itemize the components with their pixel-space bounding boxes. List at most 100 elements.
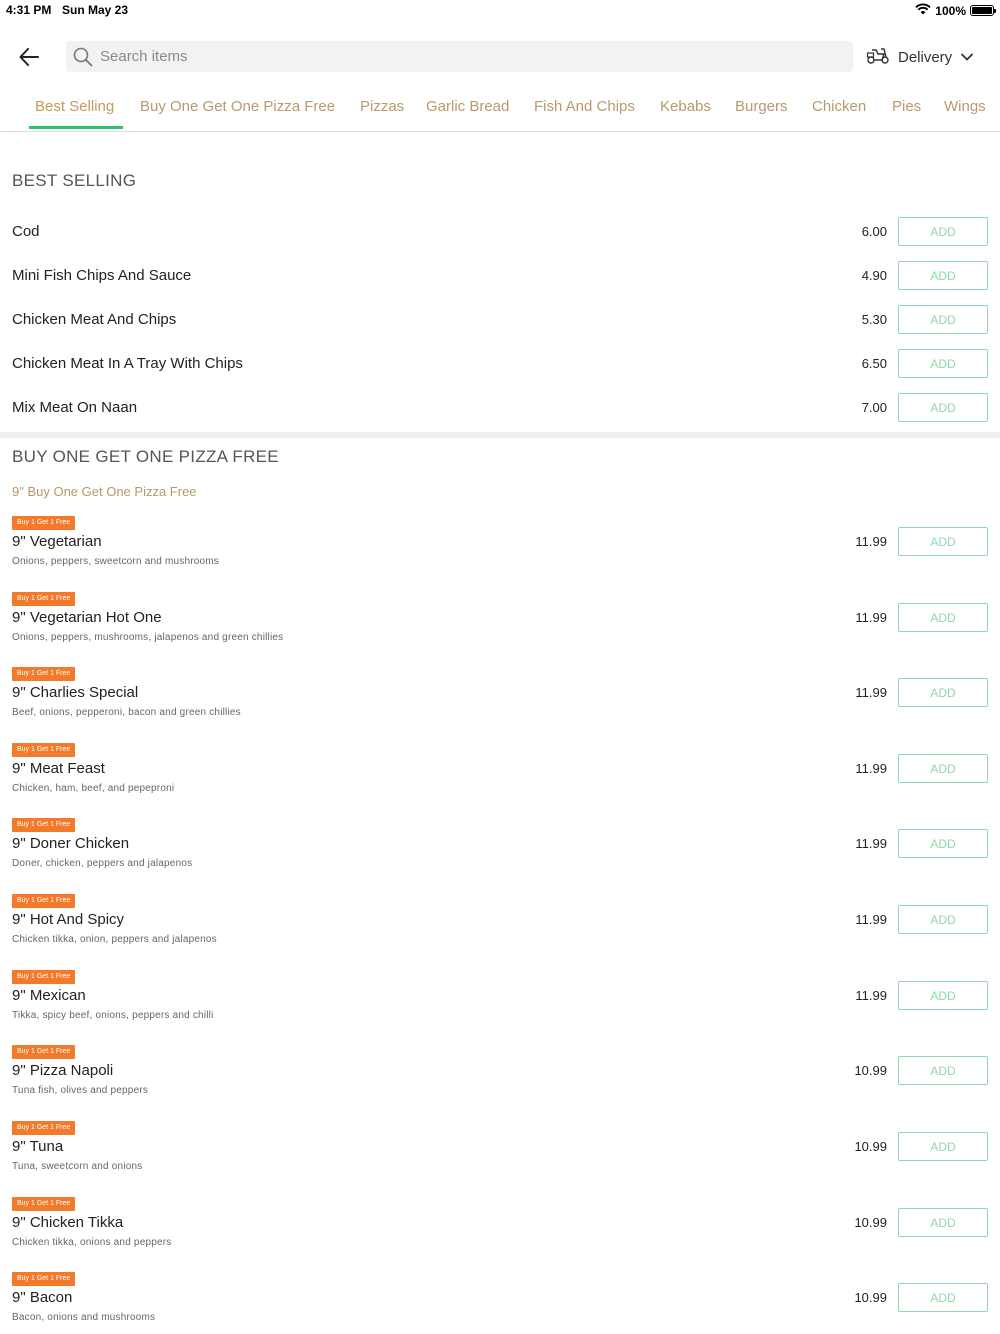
item-description: Chicken, ham, beef, and pepeproni — [12, 783, 175, 794]
item-description: Tikka, spicy beef, onions, peppers and c… — [12, 1010, 214, 1021]
item-description: Bacon, onions and mushrooms — [12, 1312, 156, 1323]
item-description: Chicken tikka, onions and peppers — [12, 1237, 172, 1248]
add-button[interactable]: ADD — [898, 1056, 988, 1085]
add-button[interactable]: ADD — [898, 905, 988, 934]
item-description: Tuna fish, olives and peppers — [12, 1085, 149, 1096]
item-description: Chicken tikka, onion, peppers and jalape… — [12, 934, 217, 945]
item-price: 11.99 — [855, 685, 887, 700]
item-description: Beef, onions, pepperoni, bacon and green… — [12, 707, 241, 718]
offer-badge: Buy 1 Get 1 Free — [12, 894, 76, 908]
tab-burgers[interactable]: Burgers — [735, 98, 788, 130]
item-price: 11.99 — [855, 988, 887, 1003]
add-button[interactable]: ADD — [898, 527, 988, 556]
item-name: 9" Charlies Special — [12, 684, 139, 701]
item-name: 9" Mexican — [12, 987, 86, 1004]
tab-fish-and-chips[interactable]: Fish And Chips — [534, 98, 635, 130]
add-button[interactable]: ADD — [898, 981, 988, 1010]
item-price: 10.99 — [854, 1215, 887, 1230]
delivery-label: Delivery — [898, 48, 953, 66]
tab-wings[interactable]: Wings — [944, 98, 986, 130]
item-name: 9" Meat Feast — [12, 760, 105, 777]
item-name: Chicken Meat In A Tray With Chips — [12, 355, 243, 372]
wifi-icon — [915, 3, 931, 18]
tab-garlic-bread[interactable]: Garlic Bread — [426, 98, 509, 130]
item-name: Chicken Meat And Chips — [12, 311, 177, 328]
offer-badge: Buy 1 Get 1 Free — [12, 1045, 76, 1059]
battery-icon — [970, 5, 996, 16]
offer-badge: Buy 1 Get 1 Free — [12, 1272, 76, 1286]
item-description: Doner, chicken, peppers and jalapenos — [12, 858, 193, 869]
add-button[interactable]: ADD — [898, 1208, 988, 1237]
add-button[interactable]: ADD — [898, 829, 988, 858]
category-tabs: Best Selling Buy One Get One Pizza Free … — [0, 92, 1000, 132]
add-button[interactable]: ADD — [898, 349, 988, 378]
add-button[interactable]: ADD — [898, 1132, 988, 1161]
search-input[interactable] — [100, 48, 820, 65]
item-name: 9" Vegetarian Hot One — [12, 609, 162, 626]
section-title-best-selling: BEST SELLING — [12, 171, 137, 190]
offer-badge: Buy 1 Get 1 Free — [12, 1197, 76, 1211]
subcategory-title: 9" Buy One Get One Pizza Free — [12, 484, 197, 499]
item-description: Onions, peppers, sweetcorn and mushrooms — [12, 556, 219, 567]
tab-pizzas[interactable]: Pizzas — [360, 98, 404, 130]
status-date: Sun May 23 — [62, 3, 129, 17]
add-button[interactable]: ADD — [898, 603, 988, 632]
status-bar: 4:31 PM Sun May 23 100% — [0, 0, 1000, 22]
item-name: 9" Doner Chicken — [12, 835, 130, 852]
item-price: 10.99 — [854, 1063, 887, 1078]
search-icon — [66, 41, 100, 72]
status-time: 4:31 PM — [6, 3, 52, 17]
add-button[interactable]: ADD — [898, 1283, 988, 1312]
tab-chicken[interactable]: Chicken — [812, 98, 866, 130]
item-price: 11.99 — [855, 534, 887, 549]
item-name: 9" Tuna — [12, 1138, 64, 1155]
status-right: 100% — [915, 3, 996, 18]
scooter-icon — [866, 46, 890, 68]
item-name: Mini Fish Chips And Sauce — [12, 267, 192, 284]
offer-badge: Buy 1 Get 1 Free — [12, 667, 76, 681]
add-button[interactable]: ADD — [898, 754, 988, 783]
item-name: 9" Pizza Napoli — [12, 1062, 114, 1079]
tab-buy-one-get-one[interactable]: Buy One Get One Pizza Free — [140, 98, 335, 130]
item-price: 10.99 — [854, 1290, 887, 1305]
item-price: 11.99 — [855, 610, 887, 625]
item-price: 6.50 — [861, 356, 887, 371]
offer-badge: Buy 1 Get 1 Free — [12, 516, 76, 530]
item-name: 9" Bacon — [12, 1289, 73, 1306]
add-button[interactable]: ADD — [898, 217, 988, 246]
item-name: 9" Hot And Spicy — [12, 911, 125, 928]
add-button[interactable]: ADD — [898, 393, 988, 422]
item-price: 11.99 — [855, 761, 887, 776]
offer-badge: Buy 1 Get 1 Free — [12, 592, 76, 606]
add-button[interactable]: ADD — [898, 261, 988, 290]
tab-kebabs[interactable]: Kebabs — [660, 98, 711, 130]
item-price: 11.99 — [855, 912, 887, 927]
item-price: 11.99 — [855, 836, 887, 851]
add-button[interactable]: ADD — [898, 678, 988, 707]
section-divider — [0, 432, 1000, 438]
search-box[interactable] — [66, 41, 853, 72]
chevron-down-icon — [960, 49, 974, 66]
add-button[interactable]: ADD — [898, 305, 988, 334]
item-price: 5.30 — [861, 312, 887, 327]
offer-badge: Buy 1 Get 1 Free — [12, 818, 76, 832]
item-name: Cod — [12, 223, 40, 240]
offer-badge: Buy 1 Get 1 Free — [12, 743, 76, 757]
item-price: 6.00 — [861, 224, 887, 239]
header: Delivery — [0, 38, 1000, 76]
battery-percent: 100% — [935, 3, 966, 18]
item-name: 9" Vegetarian — [12, 533, 102, 550]
item-name: 9" Chicken Tikka — [12, 1214, 124, 1231]
back-button[interactable] — [14, 42, 44, 72]
item-price: 4.90 — [861, 268, 887, 283]
item-price: 7.00 — [861, 400, 887, 415]
section-title-bogof: BUY ONE GET ONE PIZZA FREE — [12, 447, 279, 466]
item-name: Mix Meat On Naan — [12, 399, 138, 416]
delivery-selector[interactable]: Delivery — [866, 42, 974, 72]
arrow-left-icon — [19, 48, 39, 66]
offer-badge: Buy 1 Get 1 Free — [12, 1121, 76, 1135]
offer-badge: Buy 1 Get 1 Free — [12, 970, 76, 984]
tab-pies[interactable]: Pies — [892, 98, 921, 130]
item-description: Onions, peppers, mushrooms, jalapenos an… — [12, 632, 284, 643]
active-tab-indicator — [29, 126, 123, 129]
